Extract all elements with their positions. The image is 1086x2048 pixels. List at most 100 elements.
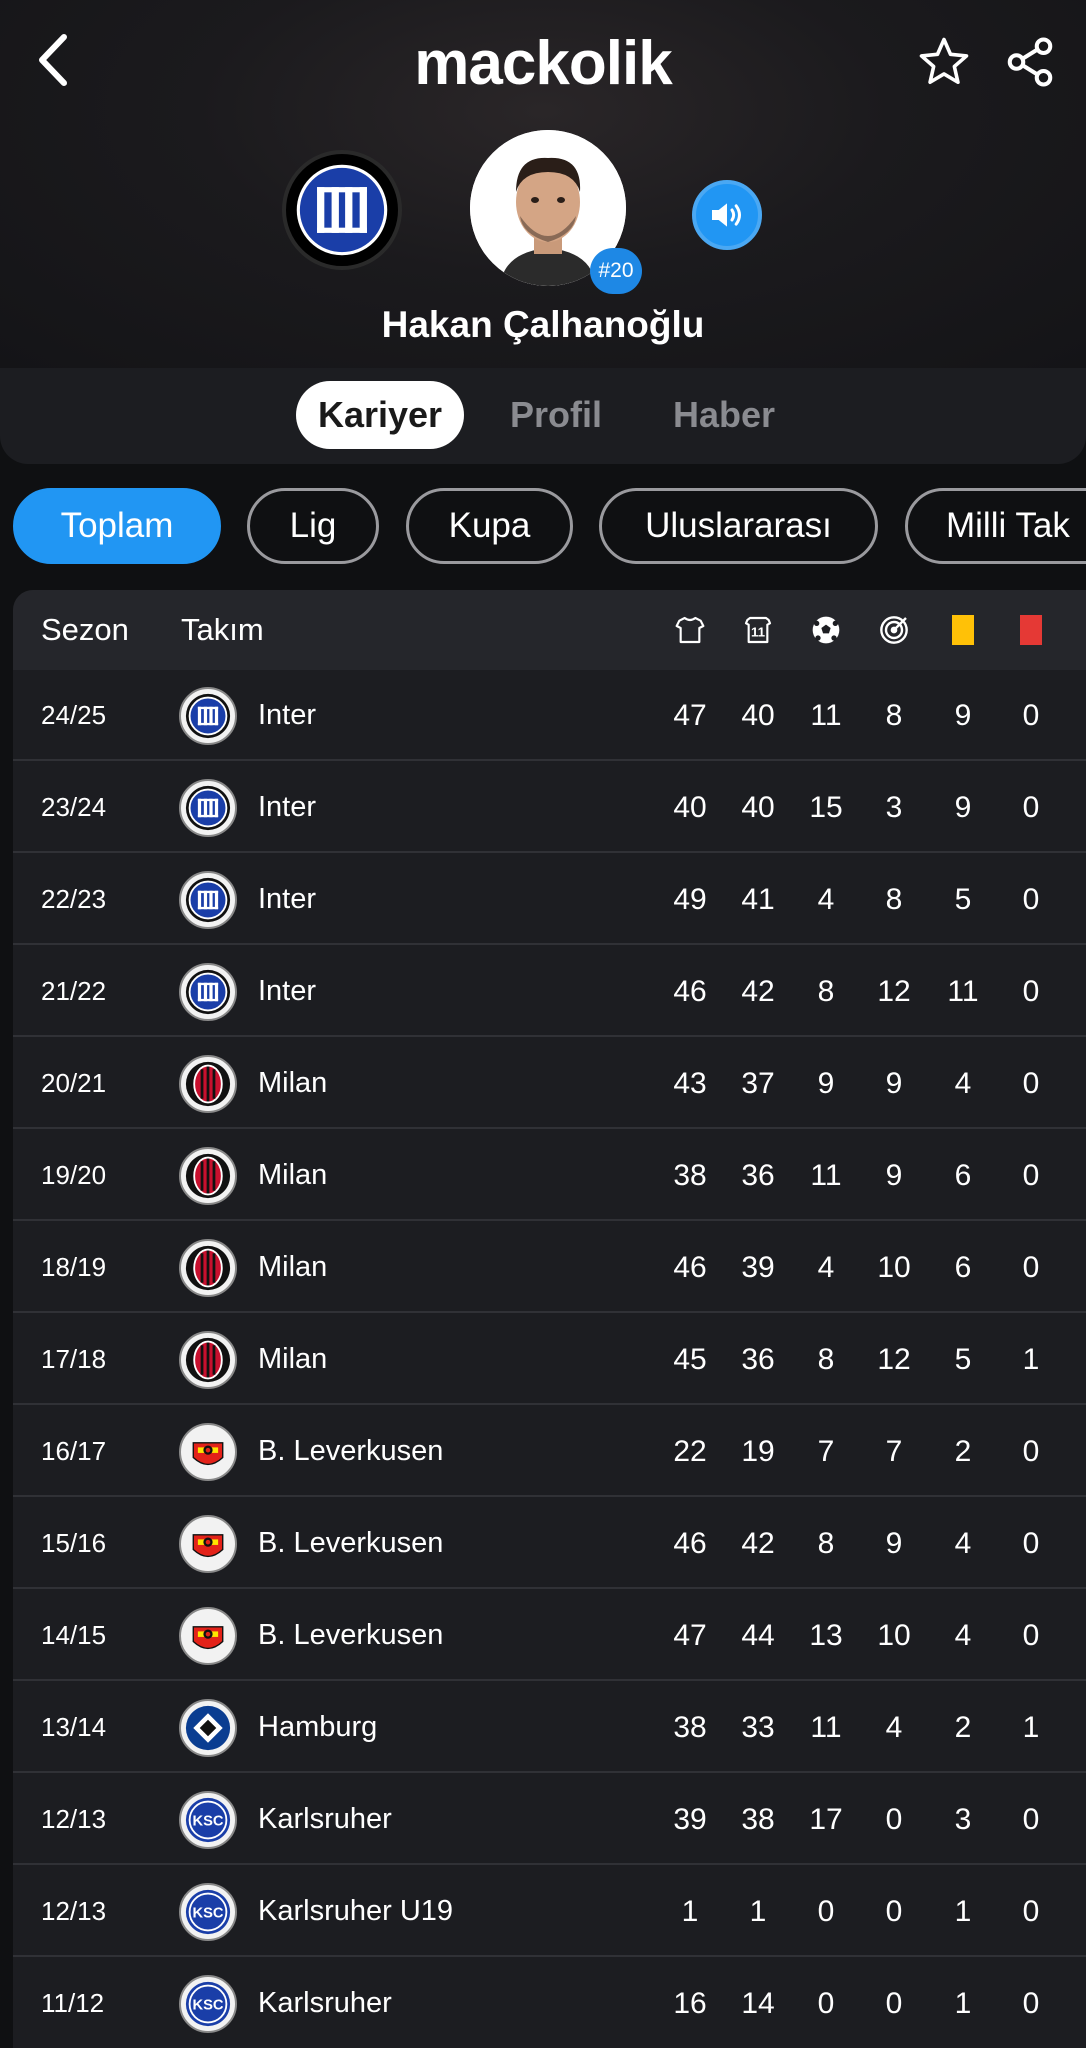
team-logo: KSC [179,1774,237,1865]
goals-cell: 11 [810,698,842,732]
inter-logo-icon [179,686,237,745]
ball-icon [801,590,851,670]
yellow-cards-cell: 4 [954,1066,972,1100]
starts-cell: 36 [741,1158,775,1192]
filter-milli-takim[interactable]: Milli Tak [905,488,1086,564]
starts-cell: 44 [741,1618,775,1652]
table-row[interactable]: 14/15 B. Leverkusen 47 44 13 10 4 0 [13,1590,1086,1681]
starts-cell: 42 [741,974,775,1008]
milan-logo-icon [179,1330,237,1389]
team-logo: KSC [179,1866,237,1957]
table-row[interactable]: 20/21 Milan 43 37 9 9 4 0 [13,1038,1086,1129]
season-cell: 23/24 [41,792,107,822]
filter-lig[interactable]: Lig [247,488,379,564]
goals-cell: 7 [817,1434,835,1468]
assists-cell: 4 [885,1710,903,1744]
starts-cell: 41 [741,882,775,916]
team-name-cell: Milan [258,1343,328,1375]
tab-profil[interactable]: Profil [494,381,618,449]
table-row[interactable]: 21/22 Inter 46 42 8 12 11 0 [13,946,1086,1037]
inter-logo-icon [179,962,237,1021]
shirt-icon [665,590,715,670]
table-row[interactable]: 13/14 Hamburg 38 33 11 4 2 1 [13,1682,1086,1773]
karlsruher-logo-icon: KSC [179,1882,237,1941]
season-cell: 21/22 [41,976,107,1006]
appearances-cell: 46 [673,1250,707,1284]
tab-kariyer[interactable]: Kariyer [296,381,464,449]
team-name-cell: B. Leverkusen [258,1527,444,1559]
filter-kupa[interactable]: Kupa [406,488,573,564]
assists-cell: 8 [885,882,903,916]
assists-cell: 0 [885,1894,903,1928]
assists-cell: 10 [877,1618,911,1652]
table-row[interactable]: 16/17 B. Leverkusen 22 19 7 7 2 0 [13,1406,1086,1497]
table-row[interactable]: 17/18 Milan 45 36 8 12 5 1 [13,1314,1086,1405]
yellow-cards-cell: 5 [954,1342,972,1376]
table-row[interactable]: 15/16 B. Leverkusen 46 42 8 9 4 0 [13,1498,1086,1589]
appearances-cell: 38 [673,1158,707,1192]
yellow-cards-cell: 1 [954,1894,972,1928]
starts-cell: 42 [741,1526,775,1560]
team-logo [179,1314,237,1405]
table-header: Sezon Takım 11 [13,590,1086,670]
team-logo [179,670,237,761]
share-button[interactable] [998,32,1062,92]
starts-cell: 33 [741,1710,775,1744]
filter-toplam[interactable]: Toplam [13,488,221,564]
appearances-cell: 43 [673,1066,707,1100]
yellow-cards-cell: 5 [954,882,972,916]
tab-haber[interactable]: Haber [660,381,788,449]
season-cell: 15/16 [41,1528,107,1558]
table-row[interactable]: 24/25 Inter 47 40 11 8 9 0 [13,670,1086,761]
table-row[interactable]: 11/12 KSC Karlsruher 16 14 0 0 1 0 [13,1958,1086,2046]
inter-club-badge[interactable] [282,150,402,270]
assists-cell: 12 [877,1342,911,1376]
goals-cell: 4 [817,1250,835,1284]
sound-button[interactable] [692,180,762,250]
red-cards-cell: 0 [1022,698,1040,732]
yellow-cards-cell: 9 [954,790,972,824]
table-row[interactable]: 12/13 KSC Karlsruher U19 1 1 0 0 1 0 [13,1866,1086,1957]
table-row[interactable]: 23/24 Inter 40 40 15 3 9 0 [13,762,1086,853]
season-cell: 22/23 [41,884,107,914]
red-cards-cell: 0 [1022,1526,1040,1560]
yellow-cards-cell: 6 [954,1158,972,1192]
goals-cell: 0 [817,1986,835,2020]
filter-chips: Toplam Lig Kupa Uluslararası Milli Tak [0,488,1086,564]
table-row[interactable]: 19/20 Milan 38 36 11 9 6 0 [13,1130,1086,1221]
appearances-cell: 49 [673,882,707,916]
red-cards-cell: 0 [1022,790,1040,824]
team-logo [179,1498,237,1589]
favorite-button[interactable] [912,32,976,92]
filter-uluslararasi[interactable]: Uluslararası [599,488,878,564]
yellow-cards-cell: 9 [954,698,972,732]
yellow-cards-cell: 3 [954,1802,972,1836]
assists-cell: 0 [885,1802,903,1836]
red-cards-cell: 0 [1022,1434,1040,1468]
team-logo [179,762,237,853]
table-row[interactable]: 22/23 Inter 49 41 4 8 5 0 [13,854,1086,945]
starts-cell: 19 [741,1434,775,1468]
appearances-cell: 38 [673,1710,707,1744]
starts-cell: 40 [741,790,775,824]
hamburg-logo-icon [179,1698,237,1757]
table-row[interactable]: 12/13 KSC Karlsruher 39 38 17 0 3 0 [13,1774,1086,1865]
goals-cell: 8 [817,1342,835,1376]
assists-cell: 8 [885,698,903,732]
yellow-cards-cell: 1 [954,1986,972,2020]
team-logo [179,946,237,1037]
appearances-cell: 16 [673,1986,707,2020]
appearances-cell: 47 [673,1618,707,1652]
assists-cell: 9 [885,1066,903,1100]
top-bar: mackolik [0,0,1086,130]
starts-cell: 1 [749,1894,767,1928]
season-cell: 17/18 [41,1344,107,1374]
yellow-cards-cell: 2 [954,1434,972,1468]
inter-logo-icon [179,778,237,837]
table-row[interactable]: 18/19 Milan 46 39 4 10 6 0 [13,1222,1086,1313]
goals-cell: 11 [810,1710,842,1744]
appearances-cell: 45 [673,1342,707,1376]
red-cards-cell: 1 [1022,1342,1040,1376]
team-name-cell: Inter [258,699,317,731]
appearances-cell: 47 [673,698,707,732]
